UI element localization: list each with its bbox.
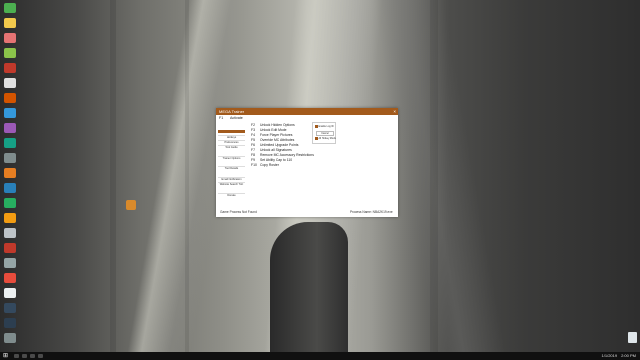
wallpaper-shadow [185, 0, 189, 352]
desktop-app-icon[interactable] [4, 228, 16, 238]
taskbar-app-icon[interactable] [22, 354, 27, 358]
log-checkbox[interactable]: Enable Log ID [315, 125, 334, 128]
desktop-app-icon[interactable] [4, 318, 16, 328]
sidebar-item-email[interactable]: Email Notification [218, 177, 245, 181]
wallpaper-shadow [430, 0, 438, 352]
desktop-file-icon[interactable] [126, 200, 136, 210]
hotkey-row: F2 Unlock Hidden Options [251, 123, 295, 127]
desktop-icon-column [0, 0, 24, 352]
desktop-app-icon[interactable] [4, 303, 16, 313]
desktop-app-icon[interactable] [4, 93, 16, 103]
wallpaper-rock [270, 222, 348, 352]
status-game-process: Game Process Not Found [220, 210, 257, 214]
sidebar-item-donate[interactable]: Donate [218, 193, 245, 197]
taskbar-app-icon[interactable] [38, 354, 43, 358]
hotkey-row: F5 Override MC Attributes [251, 138, 295, 142]
desktop-app-icon[interactable] [4, 243, 16, 253]
activate-row[interactable]: F1 Activate [219, 116, 243, 121]
hotkey-row: F8 Remove MC Accessory Restrictions [251, 153, 314, 157]
desktop-app-icon[interactable] [4, 183, 16, 193]
hotkey-row: F10 Copy Roster [251, 163, 279, 167]
hotkey-row: F4 Force Player Pictures [251, 133, 293, 137]
hotkey-row: F3 Unlock Edit Mode [251, 128, 287, 132]
sidebar-item-hotkeys[interactable]: Hotkeys [218, 135, 245, 139]
hotkey-row: F6 Unlimited Upgrade Points [251, 143, 299, 147]
desktop-app-icon[interactable] [4, 273, 16, 283]
desktop-app-icon[interactable] [4, 288, 16, 298]
taskbar: ⊞ 1/1/2019 2:00 PM [0, 352, 640, 360]
desktop-app-icon[interactable] [4, 198, 16, 208]
taskbar-app-icon[interactable] [14, 354, 19, 358]
sidebar-item-tool-guide[interactable]: Tool Guide [218, 145, 245, 149]
desktop-app-icon[interactable] [4, 48, 16, 58]
options-panel: Enable Log ID Cancel All Hotkey Mods [312, 122, 336, 144]
close-icon[interactable]: × [393, 109, 396, 115]
desktop-app-icon[interactable] [4, 108, 16, 118]
wallpaper-shadow [110, 0, 116, 352]
desktop-app-icon[interactable] [4, 3, 16, 13]
taskbar-app-icon[interactable] [30, 354, 35, 358]
start-icon[interactable]: ⊞ [3, 353, 8, 359]
recycle-bin-icon[interactable] [628, 332, 637, 343]
cancel-button[interactable]: Cancel [316, 131, 334, 136]
activate-key: F1 [219, 116, 224, 120]
hotkey-row: F9 Set Ability Cap to 110 [251, 158, 293, 162]
checkbox-icon [315, 125, 318, 128]
desktop-app-icon[interactable] [4, 78, 16, 88]
desktop-app-icon[interactable] [4, 258, 16, 268]
desktop-app-icon[interactable] [4, 138, 16, 148]
sidebar-item-trainer-options[interactable]: Trainer Options [218, 156, 245, 160]
title-bar[interactable]: MEGA Trainer × [216, 108, 398, 115]
desktop-app-icon[interactable] [4, 153, 16, 163]
sidebar-item-tool-details[interactable]: Tool Details [218, 166, 245, 170]
desktop-app-icon[interactable] [4, 18, 16, 28]
taskbar-apps [14, 354, 43, 358]
window-title: MEGA Trainer [219, 108, 245, 114]
desktop-app-icon[interactable] [4, 333, 16, 343]
desktop-app-icon[interactable] [4, 63, 16, 73]
activate-label: Activate [230, 116, 243, 120]
sidebar-item-preferences[interactable]: Preferences [218, 140, 245, 144]
tray-date[interactable]: 1/1/2019 [602, 353, 618, 359]
desktop-app-icon[interactable] [4, 33, 16, 43]
status-process-name: Process Name: NBA2K19.exe [350, 210, 393, 214]
checkbox-icon [315, 137, 318, 140]
mods-checkbox[interactable]: All Hotkey Mods [315, 137, 336, 140]
hotkey-row: F7 Unlock all Signatures [251, 148, 292, 152]
sidebar-item-website[interactable]: Website Search ToC [218, 182, 245, 186]
sidebar: Hotkeys Preferences Tool Guide Trainer O… [218, 122, 245, 204]
desktop-app-icon[interactable] [4, 168, 16, 178]
desktop-app-icon[interactable] [4, 123, 16, 133]
tray-time[interactable]: 2:00 PM [621, 353, 636, 359]
sidebar-selection-bar [218, 130, 245, 133]
system-tray: 1/1/2019 2:00 PM [602, 353, 636, 359]
trainer-window: MEGA Trainer × F1 Activate Hotkeys Prefe… [216, 108, 398, 217]
desktop-app-icon[interactable] [4, 213, 16, 223]
